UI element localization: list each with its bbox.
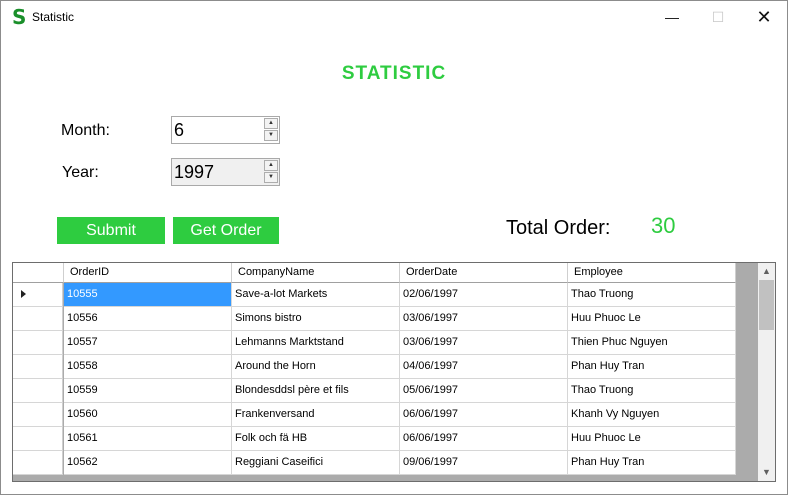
company-name-cell[interactable]: Blondesddsl père et fils — [232, 379, 400, 403]
order-id-cell[interactable]: 10555 — [64, 283, 232, 307]
maximize-button[interactable]: ☐ — [695, 1, 741, 33]
company-name-cell[interactable]: Simons bistro — [232, 307, 400, 331]
order-id-cell[interactable]: 10559 — [64, 379, 232, 403]
submit-button[interactable]: Submit — [57, 217, 165, 244]
column-header-employee[interactable]: Employee — [568, 263, 736, 283]
year-value: 1997 — [174, 162, 215, 182]
window-title: Statistic — [32, 10, 75, 24]
order-date-cell[interactable]: 03/06/1997 — [400, 331, 568, 355]
year-stepper[interactable]: 1997 ▲ ▼ — [171, 158, 280, 186]
corner-header — [13, 263, 64, 283]
close-button[interactable]: ✕ — [741, 1, 787, 33]
scroll-down-arrow-icon[interactable]: ▼ — [758, 464, 775, 481]
employee-cell[interactable]: Thao Truong — [568, 283, 736, 307]
row-header[interactable] — [13, 331, 63, 355]
row-header[interactable] — [13, 283, 63, 307]
order-id-cell[interactable]: 10556 — [64, 307, 232, 331]
order-id-cell[interactable]: 10560 — [64, 403, 232, 427]
employee-cell[interactable]: Thien Phuc Nguyen — [568, 331, 736, 355]
company-name-cell[interactable]: Reggiani Caseifici — [232, 451, 400, 475]
column-header-companyname[interactable]: CompanyName — [232, 263, 400, 283]
month-up-arrow-icon[interactable]: ▲ — [264, 118, 278, 129]
year-up-arrow-icon[interactable]: ▲ — [264, 160, 278, 171]
month-stepper[interactable]: 6 ▲ ▼ — [171, 116, 280, 144]
scrollbar-thumb[interactable] — [759, 280, 774, 330]
total-order-value: 30 — [651, 213, 676, 238]
title-bar: S Statistic — ☐ ✕ — [1, 1, 787, 33]
order-id-cell[interactable]: 10558 — [64, 355, 232, 379]
employee-cell[interactable]: Phan Huy Tran — [568, 355, 736, 379]
order-date-cell[interactable]: 05/06/1997 — [400, 379, 568, 403]
employee-cell[interactable]: Phan Huy Tran — [568, 451, 736, 475]
order-date-cell[interactable]: 09/06/1997 — [400, 451, 568, 475]
minimize-button[interactable]: — — [649, 1, 695, 33]
row-header[interactable] — [13, 451, 63, 475]
row-header[interactable] — [13, 355, 63, 379]
order-id-cell[interactable]: 10557 — [64, 331, 232, 355]
current-row-pointer-icon — [21, 290, 26, 298]
row-header[interactable] — [13, 307, 63, 331]
order-date-cell[interactable]: 04/06/1997 — [400, 355, 568, 379]
scroll-up-arrow-icon[interactable]: ▲ — [758, 263, 775, 280]
order-date-cell[interactable]: 02/06/1997 — [400, 283, 568, 307]
month-label: Month: — [61, 122, 110, 139]
company-name-cell[interactable]: Folk och fä HB — [232, 427, 400, 451]
row-header[interactable] — [13, 427, 63, 451]
company-name-cell[interactable]: Save-a-lot Markets — [232, 283, 400, 307]
get-order-button[interactable]: Get Order — [173, 217, 279, 244]
order-date-cell[interactable]: 06/06/1997 — [400, 427, 568, 451]
page-heading: STATISTIC — [341, 63, 447, 84]
company-name-cell[interactable]: Around the Horn — [232, 355, 400, 379]
order-id-cell[interactable]: 10561 — [64, 427, 232, 451]
row-header[interactable] — [13, 379, 63, 403]
column-header-orderid[interactable]: OrderID — [64, 263, 232, 283]
company-name-cell[interactable]: Lehmanns Marktstand — [232, 331, 400, 355]
employee-cell[interactable]: Thao Truong — [568, 379, 736, 403]
month-down-arrow-icon[interactable]: ▼ — [264, 130, 278, 141]
column-header-orderdate[interactable]: OrderDate — [400, 263, 568, 283]
statistic-window: S Statistic — ☐ ✕ STATISTIC Month: 6 ▲ ▼… — [0, 0, 788, 495]
row-header[interactable] — [13, 403, 63, 427]
vertical-scrollbar[interactable]: ▲ ▼ — [758, 263, 775, 481]
year-label: Year: — [62, 164, 99, 181]
employee-cell[interactable]: Huu Phuoc Le — [568, 427, 736, 451]
month-value: 6 — [174, 120, 185, 140]
order-id-cell[interactable]: 10562 — [64, 451, 232, 475]
total-order-label: Total Order: — [506, 217, 611, 239]
order-date-cell[interactable]: 03/06/1997 — [400, 307, 568, 331]
order-date-cell[interactable]: 06/06/1997 — [400, 403, 568, 427]
orders-grid[interactable]: OrderID CompanyName OrderDate Employee 1… — [12, 262, 776, 482]
employee-cell[interactable]: Khanh Vy Nguyen — [568, 403, 736, 427]
app-s-icon: S — [12, 5, 27, 29]
employee-cell[interactable]: Huu Phuoc Le — [568, 307, 736, 331]
year-down-arrow-icon[interactable]: ▼ — [264, 172, 278, 183]
company-name-cell[interactable]: Frankenversand — [232, 403, 400, 427]
